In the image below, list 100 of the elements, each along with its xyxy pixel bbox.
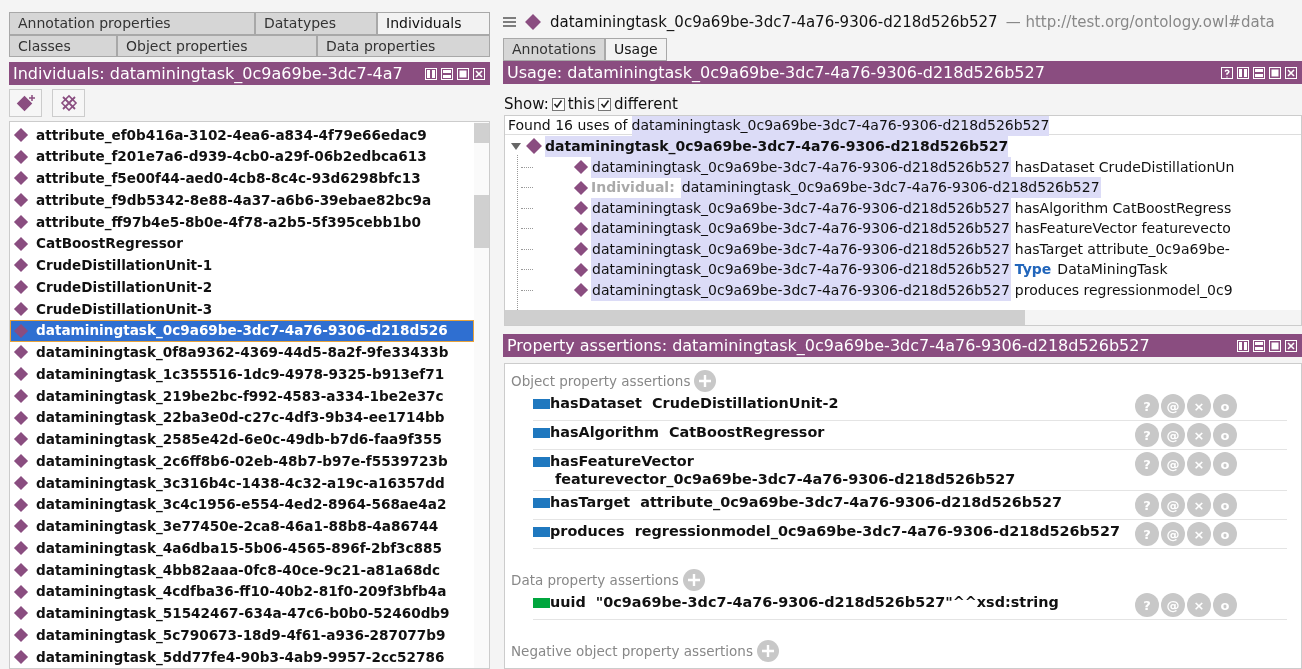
individual-item[interactable]: dataminingtask_4a6dba15-5b06-4565-896f-2bf3c885 — [10, 537, 474, 559]
section-title: Negative object property assertions — [511, 641, 753, 661]
checkbox[interactable] — [598, 97, 612, 111]
individual-item[interactable]: CatBoostRegressor — [10, 232, 474, 255]
property-value: regressionmodel_0c9a69be-3dc7-4a76-9306-d218d526b527 — [634, 523, 1120, 539]
split-horizontal-icon[interactable] — [1252, 65, 1266, 80]
add-individual-button[interactable] — [9, 89, 42, 117]
found-text: Found 16 uses of — [508, 116, 628, 135]
individual-item[interactable]: dataminingtask_4cdfba36-ff10-40b2-81f0-209f3bfb4a — [10, 580, 474, 603]
scrollbar[interactable] — [474, 122, 489, 668]
diamond-plus-icon — [14, 94, 37, 112]
tab[interactable]: Individuals — [377, 12, 490, 35]
individual-item[interactable]: CrudeDistillationUnit-3 — [10, 298, 474, 320]
individual-item[interactable]: dataminingtask_0c9a69be-3dc7-4a76-9306-d218d526 — [10, 319, 474, 342]
property-value: CrudeDistillationUnit-2 — [652, 395, 839, 411]
usage-subject: dataminingtask_0c9a69be-3dc7-4a76-9306-d218d526b527 — [591, 218, 1011, 240]
found-entity: dataminingtask_0c9a69be-3dc7-4a76-9306-d218d526b527 — [631, 116, 1050, 136]
property-name: hasDataset — [550, 395, 642, 411]
show-label: Show: — [504, 93, 549, 115]
individual-item[interactable]: attribute_f5e00f44-aed0-4cb8-8c4c-93d6298bfc13 — [10, 167, 474, 190]
split-vertical-icon[interactable] — [1236, 338, 1250, 353]
tab[interactable]: Object properties — [117, 35, 317, 57]
individual-item[interactable]: CrudeDistillationUnit-1 — [10, 254, 474, 277]
individual-item[interactable]: dataminingtask_2c6ff8b6-02eb-48b7-b97e-f5539723b — [10, 450, 474, 472]
individual-item[interactable]: attribute_ef0b416a-3102-4ea6-a834-4f79e66edac9 — [10, 124, 474, 146]
tab[interactable]: Datatypes — [255, 12, 377, 35]
menu-icon[interactable] — [503, 16, 516, 28]
split-vertical-icon[interactable] — [1236, 65, 1250, 80]
individual-item[interactable]: dataminingtask_0f8a9362-4369-44d5-8a2f-9fe33433b — [10, 341, 474, 364]
horizontal-scrollbar[interactable] — [505, 310, 1301, 325]
individual-item[interactable]: attribute_f201e7a6-d939-4cb0-a29f-06b2edbca613 — [10, 145, 474, 168]
usage-text: hasDataset CrudeDistillationUn — [1014, 157, 1235, 177]
tab[interactable]: Data properties — [317, 35, 490, 57]
entity-iri: — http://test.org/ontology.owl#data — [1005, 11, 1275, 33]
usage-text: hasAlgorithm CatBoostRegress — [1014, 198, 1232, 218]
split-horizontal-icon[interactable] — [440, 66, 454, 81]
property-color-bar — [533, 457, 550, 467]
tab[interactable]: Classes — [9, 35, 117, 57]
usage-text: hasFeatureVector featurevecto — [1014, 219, 1231, 239]
individual-item[interactable]: dataminingtask_3e77450e-2ca8-46a1-88b8-4a86744 — [10, 515, 474, 538]
usage-keyword: Individual: — [591, 178, 675, 198]
usage-text: DataMiningTask — [1057, 260, 1168, 280]
property-value: attribute_0c9a69be-3dc7-4a76-9306-d218d526b527 — [640, 494, 1063, 510]
maximize-icon[interactable] — [1268, 338, 1282, 353]
view-title: Individuals: dataminingtask_0c9a69be-3dc7-4a7 — [13, 63, 404, 84]
property-name: produces — [550, 523, 625, 539]
usage-subject: dataminingtask_0c9a69be-3dc7-4a76-9306-d218d526b527 — [591, 279, 1011, 301]
individual-item[interactable]: dataminingtask_51542467-634a-47c6-b0b0-52460db9 — [10, 602, 474, 625]
individual-item[interactable]: dataminingtask_3c4c1956-e554-4ed2-8964-568ae4a2 — [10, 493, 474, 516]
property-color-bar — [533, 399, 550, 409]
tab[interactable]: Annotations — [503, 38, 606, 61]
property-value: CatBoostRegressor — [668, 424, 825, 440]
close-icon[interactable] — [1284, 65, 1298, 80]
property-name: uuid — [550, 594, 586, 610]
split-vertical-icon[interactable] — [424, 66, 438, 81]
individual-item[interactable]: attribute_f9db5342-8e88-4a37-a6b6-39ebae82bc9a — [10, 189, 474, 211]
usage-root: dataminingtask_0c9a69be-3dc7-4a76-9306-d218d526b527 — [545, 135, 1009, 157]
maximize-icon[interactable] — [1268, 65, 1282, 80]
close-icon[interactable] — [472, 66, 486, 81]
usage-text: produces regressionmodel_0c9 — [1014, 280, 1233, 300]
property-color-bar — [533, 527, 550, 537]
individual-icon — [13, 322, 29, 339]
property-color-bar — [533, 598, 550, 608]
property-value: "0c9a69be-3dc7-4a76-9306-d218d526b527"^^xsd:string — [595, 594, 1059, 610]
tab[interactable]: Usage — [605, 38, 667, 61]
individual-item[interactable]: dataminingtask_3c316b4c-1438-4c32-a19c-a16357dd — [10, 472, 474, 494]
individual-item[interactable]: dataminingtask_4bb82aaa-0fc8-40ce-9c21-a81a68dc — [10, 559, 474, 581]
usage-subject: dataminingtask_0c9a69be-3dc7-4a76-9306-d218d526b527 — [591, 156, 1011, 178]
individual-item[interactable]: dataminingtask_219be2bc-f992-4583-a334-1be2e37c — [10, 385, 474, 407]
checkbox[interactable] — [551, 97, 565, 111]
property-value: featurevector_0c9a69be-3dc7-4a76-9306-d218d526b527 — [555, 471, 1016, 487]
individual-item[interactable]: dataminingtask_1c355516-1dc9-4978-9325-b913ef71 — [10, 363, 474, 385]
usage-subject: dataminingtask_0c9a69be-3dc7-4a76-9306-d218d526b527 — [591, 238, 1011, 260]
entity-title: dataminingtask_0c9a69be-3dc7-4a76-9306-d218d526b527 — [550, 11, 998, 33]
split-horizontal-icon[interactable] — [1252, 338, 1266, 353]
individual-item[interactable]: CrudeDistillationUnit-2 — [10, 276, 474, 298]
property-color-bar — [533, 498, 550, 508]
property-color-bar — [533, 428, 550, 438]
tab[interactable]: Annotation properties — [9, 12, 255, 35]
crossed-diamond-icon — [58, 93, 79, 113]
close-icon[interactable] — [1284, 338, 1298, 353]
usage-subject: dataminingtask_0c9a69be-3dc7-4a76-9306-d218d526b527 — [591, 197, 1011, 219]
individual-item[interactable]: dataminingtask_5c790673-18d9-4f61-a936-287077b9 — [10, 624, 474, 646]
view-title: Usage: dataminingtask_0c9a69be-3dc7-4a76-9306-d218d526b527 — [507, 62, 1046, 83]
checkbox-label: this — [567, 93, 596, 115]
maximize-icon[interactable] — [456, 66, 470, 81]
section-title: Data property assertions — [511, 570, 679, 590]
usage-subject: dataminingtask_0c9a69be-3dc7-4a76-9306-d218d526b527 — [591, 259, 1011, 281]
usage-keyword: Type — [1014, 260, 1052, 280]
view-title: Property assertions: dataminingtask_0c9a69be-3dc7-4a76-9306-d218d526b527 — [507, 335, 1151, 356]
individual-item[interactable]: attribute_ff97b4e5-8b0e-4f78-a2b5-5f395cebb1b0 — [10, 211, 474, 233]
delete-individual-button[interactable] — [52, 89, 85, 117]
help-icon[interactable] — [1220, 65, 1234, 80]
usage-text: hasTarget attribute_0c9a69be- — [1014, 239, 1230, 259]
individual-item[interactable]: dataminingtask_2585e42d-6e0c-49db-b7d6-faa9f355 — [10, 428, 474, 451]
individual-item[interactable]: dataminingtask_5dd77fe4-90b3-4ab9-9957-2cc52786 — [10, 646, 474, 668]
section-title: Object property assertions — [511, 371, 691, 391]
property-name: hasFeatureVector — [550, 453, 694, 469]
expand-triangle-icon[interactable] — [511, 141, 521, 151]
individual-item[interactable]: dataminingtask_22ba3e0d-c27c-4df3-9b34-ee1714bb — [10, 406, 474, 429]
